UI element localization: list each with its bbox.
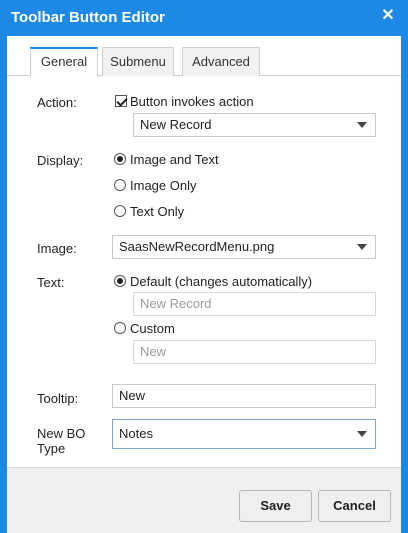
action-select-value: New Record bbox=[140, 117, 212, 132]
bo-type-label-line2: Type bbox=[37, 441, 66, 456]
tab-submenu[interactable]: Submenu bbox=[102, 47, 174, 76]
image-label: Image: bbox=[37, 241, 77, 256]
chevron-down-icon bbox=[357, 244, 367, 250]
default-text-field: New Record bbox=[133, 292, 376, 316]
dialog-title: Toolbar Button Editor bbox=[11, 9, 165, 26]
display-option-image-only: Image Only bbox=[130, 178, 197, 193]
display-radio-text-only[interactable] bbox=[114, 205, 126, 217]
save-button[interactable]: Save bbox=[239, 490, 312, 522]
bo-type-select[interactable]: Notes bbox=[112, 419, 376, 449]
text-option-default: Default (changes automatically) bbox=[130, 274, 313, 289]
text-radio-custom[interactable] bbox=[114, 322, 126, 334]
display-radio-image-and-text[interactable] bbox=[114, 153, 126, 165]
tooltip-label: Tooltip: bbox=[37, 391, 79, 406]
tooltip-input[interactable]: New bbox=[112, 384, 376, 408]
title-bar[interactable]: Toolbar Button Editor ✕ bbox=[0, 0, 408, 36]
invokes-action-checkbox[interactable] bbox=[115, 95, 127, 107]
image-select-value: SaasNewRecordMenu.png bbox=[119, 239, 275, 254]
toolbar-button-editor-dialog: Toolbar Button Editor ✕ General Submenu … bbox=[0, 0, 408, 533]
display-label: Display: bbox=[37, 153, 84, 168]
display-option-image-and-text: Image and Text bbox=[130, 152, 219, 167]
text-option-custom: Custom bbox=[130, 321, 175, 336]
tab-advanced[interactable]: Advanced bbox=[182, 47, 260, 76]
cancel-button[interactable]: Cancel bbox=[318, 490, 391, 522]
display-radio-image-only[interactable] bbox=[114, 179, 126, 191]
close-icon[interactable]: ✕ bbox=[378, 6, 398, 26]
action-select[interactable]: New Record bbox=[133, 113, 376, 137]
action-label: Action: bbox=[37, 95, 77, 110]
chevron-down-icon bbox=[357, 122, 367, 128]
invokes-action-label: Button invokes action bbox=[130, 94, 254, 109]
bo-type-label-line1: New BO bbox=[37, 426, 86, 441]
image-select[interactable]: SaasNewRecordMenu.png bbox=[112, 235, 376, 259]
chevron-down-icon bbox=[357, 431, 367, 437]
custom-text-field[interactable]: New bbox=[133, 340, 376, 364]
bo-type-select-value: Notes bbox=[119, 426, 153, 441]
text-radio-default[interactable] bbox=[114, 275, 126, 287]
text-label: Text: bbox=[37, 275, 65, 290]
tab-general[interactable]: General bbox=[30, 47, 98, 77]
display-option-text-only: Text Only bbox=[130, 204, 185, 219]
dialog-body: General Submenu Advanced Action: Button … bbox=[7, 36, 401, 467]
dialog-footer: Save Cancel bbox=[7, 467, 401, 533]
tab-bar: General Submenu Advanced bbox=[7, 36, 401, 77]
